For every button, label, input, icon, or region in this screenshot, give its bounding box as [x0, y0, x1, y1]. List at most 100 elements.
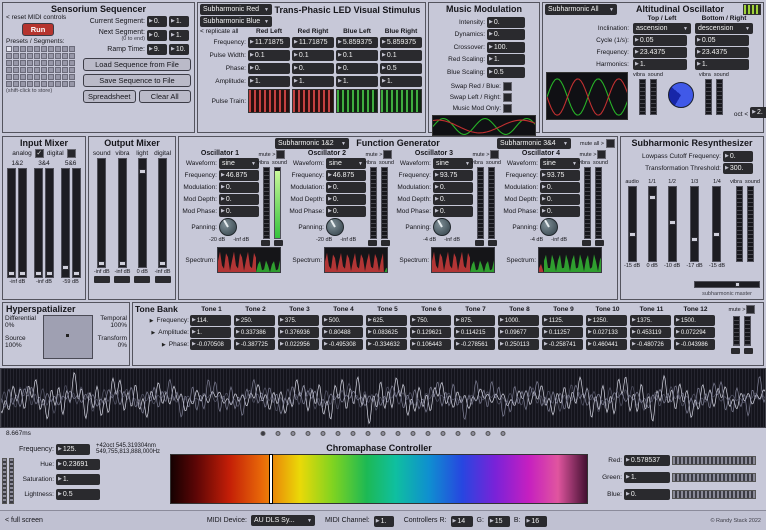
panning-knob[interactable]	[540, 218, 558, 236]
fader-handle[interactable]	[45, 270, 53, 276]
tone-phase-box[interactable]: ▶ 0.106443	[410, 339, 451, 350]
preset-cell[interactable]	[27, 74, 33, 80]
controller-g-box[interactable]: ▶ 15	[487, 515, 510, 527]
preset-cell[interactable]	[48, 74, 54, 80]
input-fader[interactable]	[33, 168, 43, 278]
page-dot[interactable]	[470, 431, 476, 436]
input-fader[interactable]	[18, 168, 28, 278]
preset-cell[interactable]	[48, 60, 54, 66]
hsl-value-box[interactable]: ▶ 0.5	[56, 489, 100, 500]
preset-cell[interactable]	[55, 60, 61, 66]
preset-cell[interactable]	[55, 67, 61, 73]
preset-cell[interactable]	[48, 46, 54, 52]
led-value-box[interactable]: ▶ 5.859375	[336, 37, 378, 48]
subharmonic-master-slider[interactable]	[694, 281, 760, 288]
preset-cell[interactable]	[41, 67, 47, 73]
tone-phase-box[interactable]: ▶ -0.258741	[542, 339, 583, 350]
tone-phase-box[interactable]: ▶ -0.387725	[234, 339, 275, 350]
alt-value-box[interactable]: ▶ 0.05	[633, 35, 687, 46]
midi-channel-box[interactable]: ▶ 1.	[373, 515, 394, 527]
preset-cell[interactable]	[27, 46, 33, 52]
fader-handle[interactable]	[628, 231, 636, 237]
music-mod-box[interactable]: ▶ 0.	[487, 16, 525, 28]
tone-amp-box[interactable]: ▶ 0.80488	[322, 327, 363, 338]
osc-frequency-box[interactable]: ▶ 46.875	[326, 170, 366, 181]
waveform-menu[interactable]: sine ▼	[326, 158, 366, 169]
tone-phase-box[interactable]: ▶ 0.250113	[498, 339, 539, 350]
hue-cursor[interactable]	[269, 455, 272, 503]
tone-amp-box[interactable]: ▶ 0.337386	[234, 327, 275, 338]
page-dot[interactable]	[485, 431, 491, 436]
preset-cell[interactable]	[48, 67, 54, 73]
preset-cell[interactable]	[62, 81, 68, 87]
led-value-box[interactable]: ▶ 1.	[380, 76, 422, 87]
preset-cell[interactable]	[69, 74, 75, 80]
preset-cell[interactable]	[13, 81, 19, 87]
mute-checkbox[interactable]	[490, 150, 500, 159]
mode-checkbox[interactable]	[34, 149, 44, 158]
led-value-box[interactable]: ▶ 1.	[292, 76, 334, 87]
waveform-menu[interactable]: sine ▼	[219, 158, 259, 169]
led-value-box[interactable]: ▶ 0.1	[336, 50, 378, 61]
osc-modulation-box[interactable]: ▶ 0.	[540, 182, 580, 193]
slider-handle[interactable]	[734, 282, 740, 287]
tone-phase-box[interactable]: ▶ -0.480726	[630, 339, 671, 350]
led-value-box[interactable]: ▶ 0.5	[380, 63, 422, 74]
fader-handle[interactable]	[72, 270, 80, 276]
tone-freq-box[interactable]: ▶ 375.	[278, 315, 319, 326]
inclination-menu[interactable]: ascension ▼	[633, 23, 691, 34]
sequencer-action-button[interactable]: Clear All	[138, 90, 191, 103]
preset-cell[interactable]	[62, 67, 68, 73]
fader-handle[interactable]	[691, 236, 699, 242]
preset-cell[interactable]	[13, 60, 19, 66]
midi-device-menu[interactable]: AU DLS Sy... ▼	[250, 515, 315, 526]
tone-amp-box[interactable]: ▶ 0.453119	[630, 327, 671, 338]
led-value-box[interactable]: ▶ 11.71875	[292, 37, 334, 48]
preset-cell[interactable]	[34, 67, 40, 73]
fader-handle[interactable]	[19, 270, 27, 276]
mute-checkbox[interactable]	[276, 150, 286, 159]
sequence-file-button[interactable]: Load Sequence from File	[83, 58, 191, 71]
osc-mod-depth-box[interactable]: ▶ 0.	[540, 194, 580, 205]
fader-handle[interactable]	[8, 270, 16, 276]
preset-cell[interactable]	[69, 60, 75, 66]
page-dot[interactable]	[275, 431, 281, 436]
preset-cell[interactable]	[20, 60, 26, 66]
tone-phase-box[interactable]: ▶ -0.278561	[454, 339, 495, 350]
music-mod-box[interactable]: ▶ 0.5	[487, 66, 525, 78]
music-mod-checkbox[interactable]	[503, 93, 512, 102]
preset-cell[interactable]	[27, 53, 33, 59]
tone-freq-box[interactable]: ▶ 1375.	[630, 315, 671, 326]
chroma-frequency-box[interactable]: ▶ 125.	[56, 444, 90, 455]
fader-handle[interactable]	[61, 265, 69, 271]
music-mod-box[interactable]: ▶ 0.	[487, 29, 525, 40]
page-dot[interactable]	[380, 431, 386, 436]
tone-freq-box[interactable]: ▶ 1500.	[674, 315, 715, 326]
fader-handle[interactable]	[34, 270, 42, 276]
sequencer-action-button[interactable]: Spreadsheet	[83, 90, 136, 103]
hue-gradient-picker[interactable]	[170, 454, 588, 504]
preset-cell[interactable]	[6, 74, 12, 80]
resynth-fader[interactable]	[667, 185, 677, 262]
osc-mod-phase-box[interactable]: ▶ 0.	[433, 206, 473, 217]
controller-r-box[interactable]: ▶ 14	[450, 515, 473, 527]
led-value-box[interactable]: ▶ 0.	[336, 63, 378, 74]
music-mod-checkbox[interactable]	[503, 82, 512, 91]
tone-phase-box[interactable]: ▶ 0.022956	[278, 339, 319, 350]
resynth-fader[interactable]	[712, 185, 722, 262]
preset-cell[interactable]	[34, 81, 40, 87]
preset-cell[interactable]	[41, 74, 47, 80]
music-mod-box[interactable]: ▶ 100.	[487, 41, 525, 53]
tone-freq-box[interactable]: ▶ 750.	[410, 315, 451, 326]
mute-all-checkbox[interactable]	[606, 139, 615, 148]
tone-amp-box[interactable]: ▶ 0.083625	[366, 327, 407, 338]
fader-handle[interactable]	[648, 195, 656, 201]
xy-pad-cursor[interactable]	[65, 333, 69, 337]
tone-freq-box[interactable]: ▶ 1250.	[586, 315, 627, 326]
segment-number-box[interactable]: ▶ 0.	[147, 30, 167, 41]
preset-cell[interactable]	[48, 53, 54, 59]
segment-number-box[interactable]: ▶ 10.	[169, 44, 189, 55]
fullscreen-link[interactable]: < full screen	[5, 517, 43, 524]
mute-checkbox[interactable]	[383, 150, 393, 159]
output-fader[interactable]	[158, 158, 168, 268]
